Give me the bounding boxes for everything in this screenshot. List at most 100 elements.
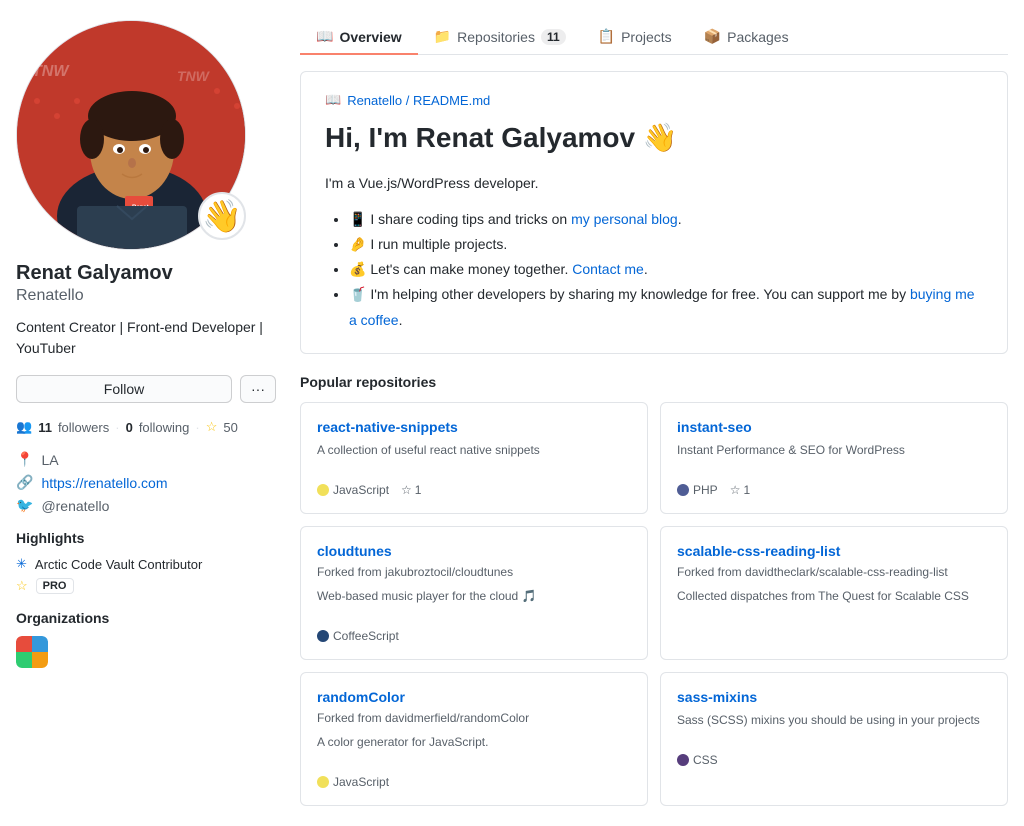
stats-row: 👥 11 followers · 0 following · ☆ 50	[16, 419, 276, 435]
meta-list: 📍 LA 🔗 https://renatello.com 🐦 @renatell…	[16, 451, 276, 514]
repo-name-0[interactable]: react-native-snippets	[317, 419, 631, 435]
readme-separator: /	[406, 93, 413, 108]
repo-card-5[interactable]: sass-mixins Sass (SCSS) mixins you shoul…	[660, 672, 1008, 806]
tab-packages-label: Packages	[727, 29, 788, 45]
stats-divider: ·	[115, 420, 119, 435]
stars-count: 50	[223, 420, 237, 435]
coffee-link[interactable]: buying me a coffee	[349, 286, 975, 327]
link-icon: 🔗	[16, 474, 33, 491]
list-item: 💰 Let's can make money together. Contact…	[349, 257, 983, 282]
lang-dot-0	[317, 484, 329, 496]
repo-meta-5: CSS	[677, 753, 991, 767]
repo-desc-5: Sass (SCSS) mixins you should be using i…	[677, 711, 991, 743]
repo-icon: 📁	[434, 28, 451, 45]
svg-text:TNW: TNW	[32, 63, 70, 80]
stars-count-1: 1	[743, 483, 750, 497]
user-bio: Content Creator | Front-end Developer | …	[16, 317, 276, 359]
following-label: following	[139, 420, 190, 435]
repo-name-1[interactable]: instant-seo	[677, 419, 991, 435]
repo-desc-0: A collection of useful react native snip…	[317, 441, 631, 473]
twitter-item: 🐦 @renatello	[16, 497, 276, 514]
user-handle: Renatello	[16, 287, 276, 305]
repo-desc-3: Collected dispatches from The Quest for …	[677, 587, 991, 619]
lang-name-1: PHP	[693, 483, 718, 497]
organizations-title: Organizations	[16, 610, 276, 626]
organizations-section: Organizations	[16, 610, 276, 668]
org-quad-2	[32, 636, 48, 652]
repo-card-4[interactable]: randomColor Forked from davidmerfield/ra…	[300, 672, 648, 806]
star-outline-icon-1: ☆	[730, 483, 741, 497]
following-link[interactable]: 0	[126, 420, 133, 435]
location-text: LA	[41, 452, 58, 468]
twitter-icon: 🐦	[16, 497, 33, 514]
repo-meta-0: JavaScript ☆ 1	[317, 483, 631, 497]
repos-grid: react-native-snippets A collection of us…	[300, 402, 1008, 806]
lang-label-2: CoffeeScript	[317, 629, 399, 643]
readme-header: 📖 Renatello / README.md	[325, 92, 983, 108]
highlight-arctic: ✳ Arctic Code Vault Contributor	[16, 556, 276, 572]
org-quad-1	[16, 636, 32, 652]
list-item: 🥤 I'm helping other developers by sharin…	[349, 282, 983, 332]
repo-fork-4: Forked from davidmerfield/randomColor	[317, 711, 631, 725]
follow-button[interactable]: Follow	[16, 375, 232, 403]
readme-card: 📖 Renatello / README.md Hi, I'm Renat Ga…	[300, 71, 1008, 354]
repo-desc-2: Web-based music player for the cloud 🎵	[317, 587, 631, 619]
repo-name-2[interactable]: cloudtunes	[317, 543, 631, 559]
tab-packages[interactable]: 📦 Packages	[688, 20, 805, 55]
repo-desc-1: Instant Performance & SEO for WordPress	[677, 441, 991, 473]
lang-dot-1	[677, 484, 689, 496]
star-outline-icon: ☆	[401, 483, 412, 497]
contact-link[interactable]: Contact me	[572, 261, 644, 277]
people-icon: 👥	[16, 419, 32, 435]
tab-overview-label: Overview	[339, 29, 401, 45]
sidebar: Renat TNW TNW 👋 Renat Galyamov Renatello…	[16, 20, 276, 806]
org-logo	[16, 636, 48, 668]
repo-name-4[interactable]: randomColor	[317, 689, 631, 705]
readme-title-text: Hi, I'm Renat Galyamov 👋	[325, 122, 678, 153]
readme-title: Hi, I'm Renat Galyamov 👋	[325, 120, 983, 156]
lang-dot-2	[317, 630, 329, 642]
repo-card-1[interactable]: instant-seo Instant Performance & SEO fo…	[660, 402, 1008, 514]
website-link[interactable]: https://renatello.com	[41, 475, 167, 491]
lang-label-0: JavaScript	[317, 483, 389, 497]
repo-card-2[interactable]: cloudtunes Forked from jakubroztocil/clo…	[300, 526, 648, 660]
blog-link[interactable]: my personal blog	[571, 211, 678, 227]
tabs-bar: 📖 Overview 📁 Repositories 11 📋 Projects …	[300, 20, 1008, 55]
org-avatar[interactable]	[16, 636, 48, 668]
page-wrapper: Renat TNW TNW 👋 Renat Galyamov Renatello…	[0, 0, 1024, 826]
stats-divider2: ·	[195, 420, 199, 435]
main-content: 📖 Overview 📁 Repositories 11 📋 Projects …	[300, 20, 1008, 806]
repo-card-3[interactable]: scalable-css-reading-list Forked from da…	[660, 526, 1008, 660]
tab-overview[interactable]: 📖 Overview	[300, 20, 418, 55]
followers-link[interactable]: 11	[38, 420, 52, 435]
tab-repositories[interactable]: 📁 Repositories 11	[418, 20, 582, 55]
tab-projects[interactable]: 📋 Projects	[582, 20, 688, 55]
overview-icon: 📖	[316, 28, 333, 45]
projects-icon: 📋	[598, 28, 615, 45]
stars-count-0: 1	[415, 483, 422, 497]
highlights-section: Highlights ✳ Arctic Code Vault Contribut…	[16, 530, 276, 594]
list-item: 🤌 I run multiple projects.	[349, 232, 983, 257]
lang-label-4: JavaScript	[317, 775, 389, 789]
wave-emoji: 👋	[198, 192, 246, 240]
readme-list: 📱 I share coding tips and tricks on my p…	[325, 207, 983, 333]
readme-intro: I'm a Vue.js/WordPress developer.	[325, 172, 983, 194]
more-button[interactable]: ···	[240, 375, 276, 403]
readme-file: README.md	[413, 93, 490, 108]
repo-name-3[interactable]: scalable-css-reading-list	[677, 543, 991, 559]
repo-card-0[interactable]: react-native-snippets A collection of us…	[300, 402, 648, 514]
repo-name-5[interactable]: sass-mixins	[677, 689, 991, 705]
readme-user-link[interactable]: Renatello	[347, 93, 402, 108]
arctic-label: Arctic Code Vault Contributor	[35, 557, 202, 572]
lang-dot-4	[317, 776, 329, 788]
snowflake-icon: ✳	[16, 556, 27, 572]
avatar-container: Renat TNW TNW 👋	[16, 20, 246, 250]
repo-meta-4: JavaScript	[317, 775, 631, 789]
repos-badge: 11	[541, 29, 566, 45]
repo-desc-4: A color generator for JavaScript.	[317, 733, 631, 765]
location-item: 📍 LA	[16, 451, 276, 468]
org-quad-3	[16, 652, 32, 668]
highlights-title: Highlights	[16, 530, 276, 546]
lang-dot-5	[677, 754, 689, 766]
repo-meta-1: PHP ☆ 1	[677, 483, 991, 497]
